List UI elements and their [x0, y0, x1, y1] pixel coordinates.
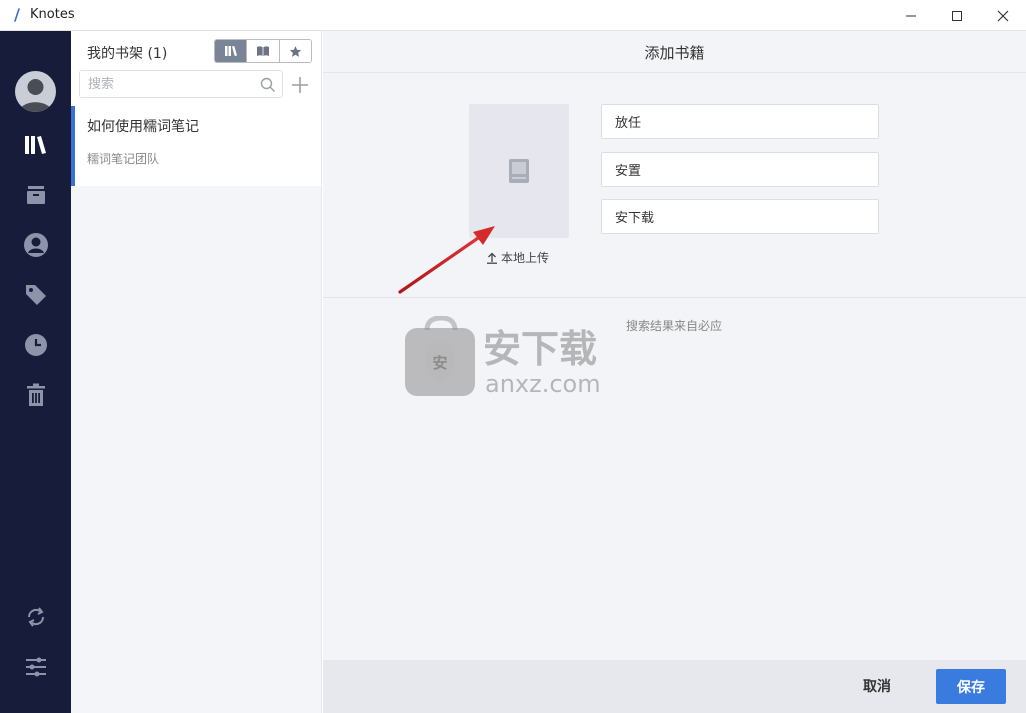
open-book-icon — [256, 46, 269, 56]
svg-text:anxz.com: anxz.com — [485, 370, 601, 396]
panel-footer: 取消 保存 — [323, 660, 1026, 713]
book-icon — [509, 159, 529, 183]
view-favorites-button[interactable] — [279, 40, 311, 62]
shelf-title: 我的书架 (1) — [87, 46, 168, 62]
upload-icon — [487, 252, 497, 264]
nav-sync[interactable] — [22, 603, 50, 631]
search-source-note: 搜索结果来自必应 — [626, 319, 723, 333]
view-reading-button[interactable] — [247, 40, 280, 62]
nav-settings[interactable] — [22, 653, 50, 681]
book-title-input[interactable] — [602, 105, 878, 138]
plus-icon — [292, 77, 308, 93]
page-title: 添加书籍 — [644, 44, 705, 62]
close-icon — [997, 10, 1009, 21]
view-switcher — [214, 39, 312, 63]
clock-icon — [25, 334, 47, 356]
minimize-icon — [906, 15, 916, 16]
shelf-empty-area — [71, 186, 321, 713]
search-field — [79, 70, 283, 98]
watermark-logo: 安 安下载 anxz.com — [405, 316, 601, 396]
cover-placeholder[interactable] — [469, 104, 569, 238]
nav-archive[interactable] — [22, 181, 50, 209]
book-author-input[interactable] — [602, 153, 878, 186]
close-button[interactable] — [980, 0, 1026, 31]
svg-text:安: 安 — [432, 354, 447, 372]
tags-icon — [26, 285, 46, 305]
book-list-item[interactable]: 如何使用糯词笔记 糯词笔记团队 — [71, 106, 321, 186]
star-icon — [289, 45, 301, 57]
book-author: 糯词笔记团队 — [87, 152, 160, 166]
user-avatar-icon — [19, 79, 52, 112]
title-field — [601, 104, 879, 139]
books-icon — [25, 136, 46, 154]
panel-header: 添加书籍 — [323, 31, 1026, 73]
cancel-button[interactable]: 取消 — [863, 676, 891, 696]
nav-books[interactable] — [22, 131, 50, 159]
svg-text:安下载: 安下载 — [483, 327, 597, 371]
window-title: Knotes — [30, 7, 75, 22]
nav-profile[interactable] — [22, 231, 50, 259]
book-title: 如何使用糯词笔记 — [87, 119, 199, 135]
search-icon[interactable] — [260, 77, 276, 93]
avatar[interactable] — [15, 71, 56, 112]
maximize-button[interactable] — [934, 0, 980, 31]
add-book-panel: 添加书籍 本地上传 搜索结果来自必应 安 安下载 anxz.com 取消 — [323, 31, 1026, 713]
books-icon — [224, 46, 237, 56]
book-publisher-input[interactable] — [602, 200, 878, 233]
nav-history[interactable] — [22, 331, 50, 359]
nav-trash[interactable] — [22, 381, 50, 409]
search-input[interactable] — [88, 75, 248, 93]
local-upload-button[interactable]: 本地上传 — [486, 249, 549, 266]
divider — [323, 297, 1026, 298]
user-icon — [24, 233, 48, 257]
settings-icon — [26, 657, 46, 677]
upload-label: 本地上传 — [501, 251, 550, 265]
author-field — [601, 152, 879, 187]
save-button[interactable]: 保存 — [936, 669, 1006, 704]
minimize-button[interactable] — [888, 0, 934, 31]
view-shelf-button[interactable] — [215, 40, 248, 62]
archive-icon — [27, 186, 45, 204]
app-logo-icon — [14, 8, 20, 22]
trash-icon — [27, 383, 45, 406]
side-nav — [0, 31, 71, 713]
sync-icon — [27, 607, 45, 627]
add-book-button[interactable] — [290, 75, 310, 95]
shelf-panel: 我的书架 (1) 如何使用糯词 — [71, 31, 322, 713]
maximize-icon — [952, 10, 962, 21]
publisher-field — [601, 199, 879, 234]
title-bar: Knotes — [0, 0, 1026, 31]
nav-tags[interactable] — [22, 281, 50, 309]
